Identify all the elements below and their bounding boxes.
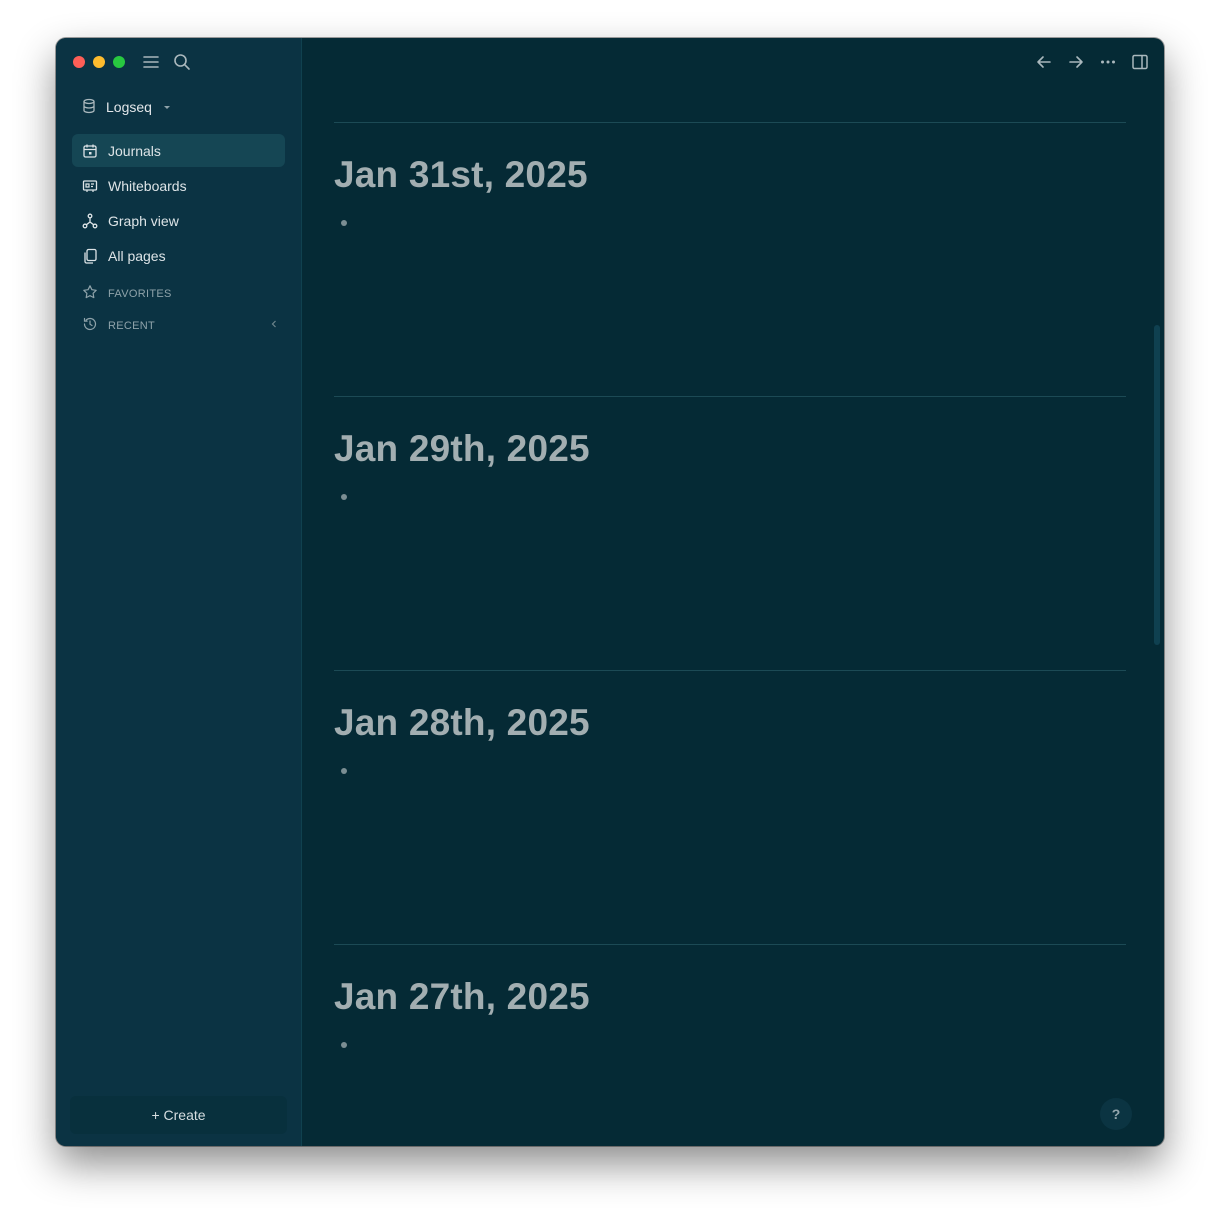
graph-selector[interactable]: Logseq xyxy=(82,96,172,118)
sidebar-item-all-pages[interactable]: All pages xyxy=(72,239,285,272)
block-bullet[interactable] xyxy=(341,494,347,500)
sidebar-item-label: Whiteboards xyxy=(108,177,187,194)
journal-title[interactable]: Jan 27th, 2025 xyxy=(334,975,1126,1019)
left-sidebar: Logseq Journals Whiteboards Graph view A… xyxy=(56,38,302,1146)
menu-toggle-icon[interactable] xyxy=(141,52,161,72)
create-button[interactable]: + Create xyxy=(70,1096,287,1134)
calendar-icon xyxy=(82,143,98,159)
app-window: Logseq Journals Whiteboards Graph view A… xyxy=(56,38,1164,1146)
journal-entry: Jan 28th, 2025 xyxy=(334,670,1126,944)
whiteboard-icon xyxy=(82,178,98,194)
journal-entry: Jan 27th, 2025 xyxy=(334,944,1126,1105)
star-icon xyxy=(82,284,98,303)
help-button[interactable]: ? xyxy=(1100,1098,1132,1130)
top-toolbar xyxy=(1034,52,1150,72)
sidebar-item-label: Journals xyxy=(108,142,161,159)
sidebar-item-graph-view[interactable]: Graph view xyxy=(72,204,285,237)
empty-block[interactable] xyxy=(334,487,1126,507)
right-sidebar-toggle-icon[interactable] xyxy=(1130,52,1150,72)
history-icon xyxy=(82,316,98,335)
journal-title[interactable]: Jan 28th, 2025 xyxy=(334,701,1126,745)
recent-section[interactable]: RECENT xyxy=(82,316,279,335)
chevron-down-icon xyxy=(162,99,172,115)
maximize-window-button[interactable] xyxy=(113,56,125,68)
more-options-icon[interactable] xyxy=(1098,52,1118,72)
sidebar-item-label: All pages xyxy=(108,247,166,264)
database-icon xyxy=(82,98,96,117)
journal-entry: Jan 31st, 2025 xyxy=(334,122,1126,396)
journal-title[interactable]: Jan 29th, 2025 xyxy=(334,427,1126,471)
empty-block[interactable] xyxy=(334,761,1126,781)
window-controls xyxy=(73,56,125,68)
sidebar-item-journals[interactable]: Journals xyxy=(72,134,285,167)
sidebar-nav: Journals Whiteboards Graph view All page… xyxy=(72,134,285,274)
graph-icon xyxy=(82,213,98,229)
empty-block[interactable] xyxy=(334,1035,1126,1055)
sidebar-item-whiteboards[interactable]: Whiteboards xyxy=(72,169,285,202)
back-arrow-icon[interactable] xyxy=(1034,52,1054,72)
block-bullet[interactable] xyxy=(341,768,347,774)
search-icon[interactable] xyxy=(172,52,192,72)
empty-block[interactable] xyxy=(334,213,1126,233)
journal-entry: Jan 29th, 2025 xyxy=(334,396,1126,670)
sidebar-item-label: Graph view xyxy=(108,212,179,229)
journals-view: Jan 31st, 2025 Jan 29th, 2025 Jan 28th, … xyxy=(302,38,1164,1146)
pages-icon xyxy=(82,248,98,264)
close-window-button[interactable] xyxy=(73,56,85,68)
forward-arrow-icon[interactable] xyxy=(1066,52,1086,72)
graph-name: Logseq xyxy=(106,99,152,115)
minimize-window-button[interactable] xyxy=(93,56,105,68)
scrollbar-thumb[interactable] xyxy=(1154,325,1160,645)
block-bullet[interactable] xyxy=(341,220,347,226)
favorites-label: FAVORITES xyxy=(108,287,172,300)
recent-label: RECENT xyxy=(108,319,156,332)
block-bullet[interactable] xyxy=(341,1042,347,1048)
journal-list: Jan 31st, 2025 Jan 29th, 2025 Jan 28th, … xyxy=(334,122,1126,1105)
favorites-section[interactable]: FAVORITES xyxy=(82,284,172,303)
journal-title[interactable]: Jan 31st, 2025 xyxy=(334,153,1126,197)
chevron-left-icon[interactable] xyxy=(269,319,279,332)
